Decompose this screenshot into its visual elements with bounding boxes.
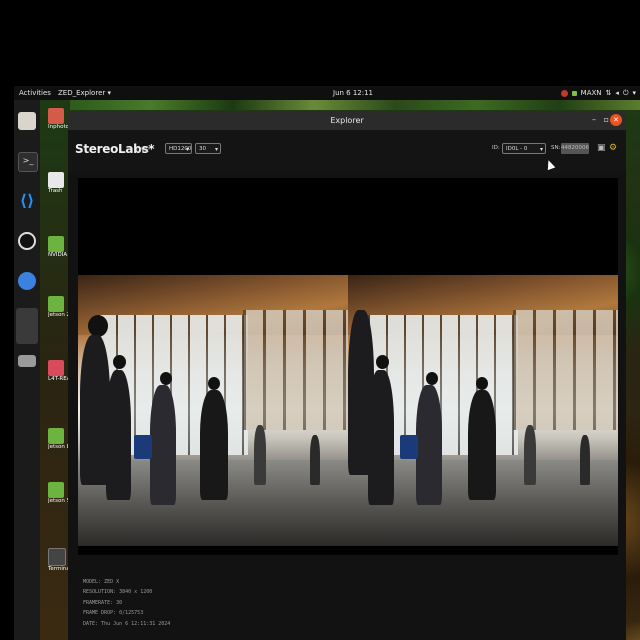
dock: >_ ⟨⟩: [14, 100, 40, 640]
chevron-down-icon: ▾: [214, 146, 218, 153]
nvidia-status-icon[interactable]: [560, 89, 568, 97]
wallpaper-foliage: [70, 100, 640, 110]
folder-icon: [48, 108, 64, 124]
obs-icon[interactable]: [18, 232, 36, 250]
right-camera-view: [348, 275, 618, 546]
left-camera-view: [78, 275, 348, 546]
power-icon[interactable]: ⏻: [623, 86, 629, 100]
framerate-line: FRAMERATE: 30: [83, 599, 123, 606]
system-tray[interactable]: MAXN ⇅ ◂ ⏻ ▾: [560, 86, 636, 100]
files-icon[interactable]: [18, 112, 36, 130]
window-title: Explorer: [330, 116, 364, 125]
date-line: DATE: Thu Jun 6 12:11:31 2024: [83, 620, 171, 627]
id-label: ID:: [492, 145, 500, 151]
desktop-icon-jetson-forums[interactable]: Jetson Supp Forums: [48, 482, 70, 504]
power-mode-label[interactable]: MAXN: [581, 86, 602, 100]
desktop-icon-inphoto[interactable]: Inphoto: [48, 108, 70, 130]
vscode-icon[interactable]: ⟨⟩: [18, 192, 36, 210]
nvidia-icon: [48, 296, 64, 312]
explorer-toolbar: StereoLabs* LIVE HD1200 ▾ 30 ▾ ID: ID0L - …: [68, 130, 626, 173]
frame-drop-line: FRAME DROP: 0/125753: [83, 610, 144, 617]
nvidia-icon: [48, 482, 64, 498]
settings-gear-icon[interactable]: ⚙: [609, 143, 619, 153]
camera-info-panel: MODEL: ZED X RESOLUTION: 3840 x 1200 FRA…: [83, 577, 170, 629]
camera-select[interactable]: ID0L - 0 ▾: [502, 143, 546, 154]
clock[interactable]: Jun 6 12:11: [333, 86, 373, 100]
chevron-down-icon: ▾: [539, 146, 543, 153]
minimize-button[interactable]: –: [592, 114, 596, 126]
activities-button[interactable]: Activities: [19, 86, 51, 100]
app-menu[interactable]: ZED_Explorer ▾: [58, 86, 111, 100]
terminal-icon: [48, 548, 66, 566]
volume-icon[interactable]: ◂: [615, 86, 619, 100]
record-icon[interactable]: ▣: [597, 143, 607, 153]
window-titlebar[interactable]: Explorer – ▫ ✕: [68, 111, 626, 130]
nvidia-icon: [48, 428, 64, 444]
chevron-down-icon: ▾: [185, 146, 189, 153]
letterbox-top: [0, 0, 640, 86]
terminal-icon[interactable]: >_: [18, 152, 38, 172]
desktop-icon-jetson-developer[interactable]: Jetson Developer Z: [48, 428, 70, 450]
folder-icon: [48, 360, 64, 376]
sn-label: SN:: [551, 145, 561, 151]
system-top-bar: Activities ZED_Explorer ▾ Jun 6 12:11 MA…: [14, 86, 640, 100]
serial-number: 44820006: [561, 143, 589, 154]
desktop-screen: Activities ZED_Explorer ▾ Jun 6 12:11 MA…: [0, 0, 640, 640]
desktop-icon-nvidia-community[interactable]: NVIDIA Jets Community F: [48, 236, 70, 258]
network-icon[interactable]: ⇅: [606, 86, 612, 100]
maximize-button[interactable]: ▫: [604, 114, 609, 126]
trash-icon: [48, 172, 64, 188]
active-app-icon[interactable]: [16, 308, 38, 344]
chromium-icon[interactable]: [18, 272, 36, 290]
live-indicator: LIVE: [136, 147, 150, 154]
nvidia-icon: [48, 236, 64, 252]
chevron-down-icon[interactable]: ▾: [632, 86, 636, 100]
power-mode-icon: [571, 90, 577, 96]
close-button[interactable]: ✕: [610, 114, 622, 126]
fps-select[interactable]: 30 ▾: [195, 143, 221, 154]
desktop-icon-trash[interactable]: Trash: [48, 172, 70, 194]
desktop-icon-l4t-readme[interactable]: L4T-READM: [48, 360, 70, 382]
desktop-icon-terminal[interactable]: Terminal: [48, 548, 70, 572]
drive-icon[interactable]: [18, 355, 36, 367]
explorer-window: Explorer – ▫ ✕ StereoLabs* LIVE HD1200 ▾ …: [68, 111, 626, 640]
video-viewer: [78, 178, 618, 555]
resolution-select[interactable]: HD1200 ▾: [165, 143, 192, 154]
model-line: MODEL: ZED X: [83, 579, 120, 585]
desktop-icon-jetson-zoo[interactable]: Jetson Zoo: [48, 296, 70, 318]
resolution-line: RESOLUTION: 3840 x 1200: [83, 589, 153, 596]
